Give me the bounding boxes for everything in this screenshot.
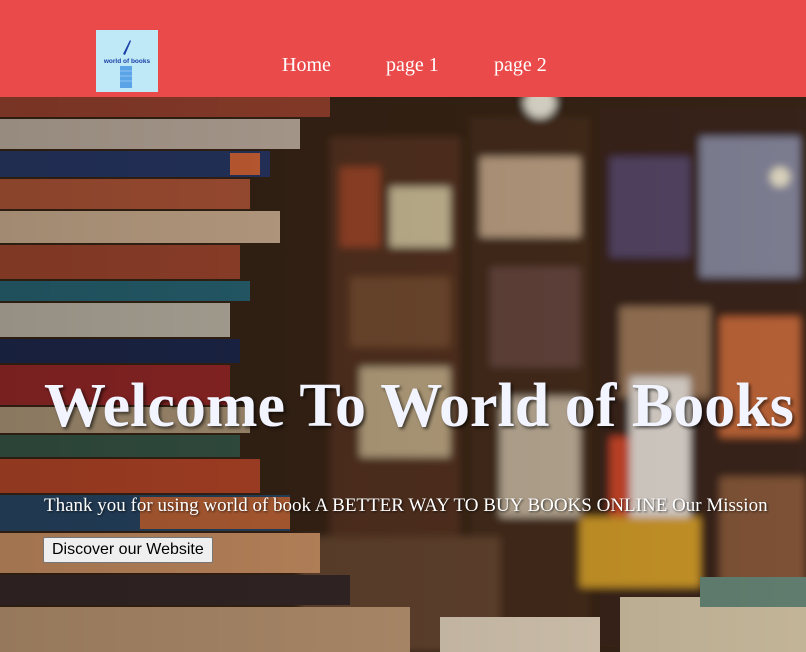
hero-section: Welcome To World of Books Thank you for … [0,97,806,652]
nav-link-home[interactable]: Home [282,54,331,77]
nav-link-page-2[interactable]: page 2 [494,54,547,77]
hero-tagline: Thank you for using world of book A BETT… [44,495,768,516]
logo-text: world of books [103,58,151,65]
navbar: world of books Home page 1 page 2 [0,0,806,97]
discover-website-button[interactable]: Discover our Website [43,537,213,563]
hero-title: Welcome To World of Books [44,372,794,440]
site-logo[interactable]: world of books [96,30,158,92]
nav-link-page-1[interactable]: page 1 [386,54,439,77]
